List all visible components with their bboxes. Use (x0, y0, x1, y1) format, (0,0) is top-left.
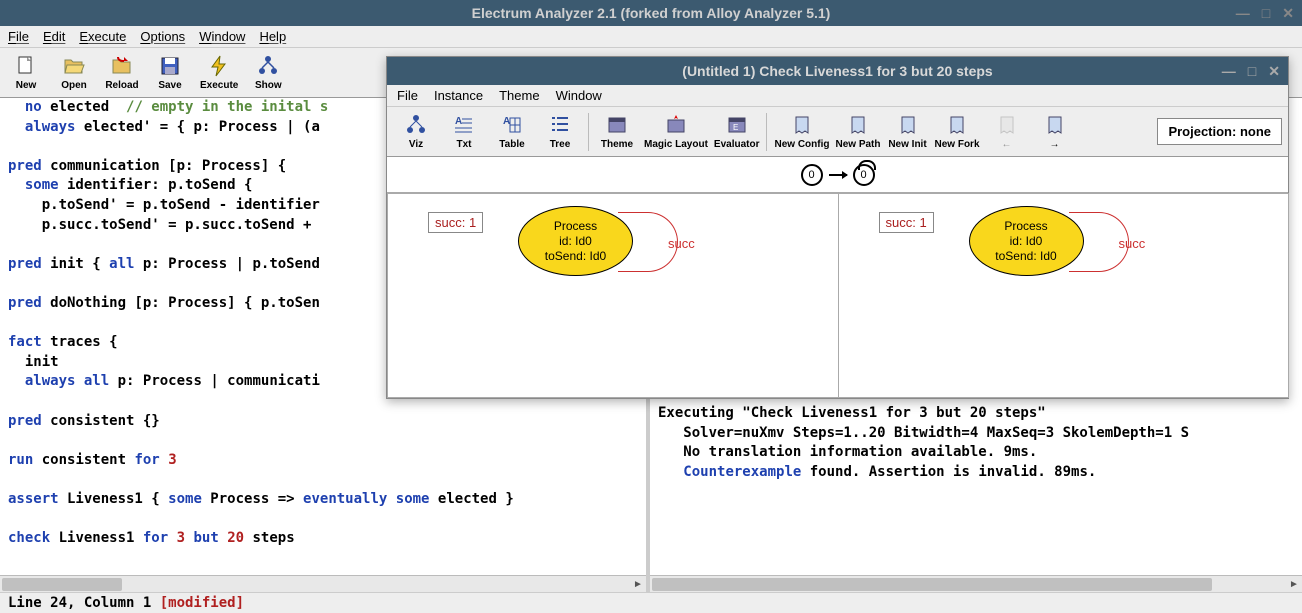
reload-icon (110, 54, 134, 78)
viz-menu-instance[interactable]: Instance (434, 88, 483, 103)
self-loop-label: succ (668, 236, 695, 251)
viz-titlebar: (Untitled 1) Check Liveness1 for 3 but 2… (387, 57, 1288, 85)
theme-icon (605, 113, 629, 137)
magic-layout-button[interactable]: Magic Layout (642, 111, 710, 152)
main-menubar: File Edit Execute Options Window Help (0, 26, 1302, 48)
scroll-thumb[interactable] (652, 578, 1212, 591)
menu-edit[interactable]: Edit (43, 29, 65, 44)
output-hscrollbar[interactable]: ◄ ► (650, 575, 1302, 592)
viz-pane-0[interactable]: succ: 1 Process id: Id0 toSend: Id0 succ (387, 193, 839, 398)
minimize-icon[interactable]: — (1236, 5, 1250, 22)
list-tree-icon (548, 113, 572, 137)
new-config-button[interactable]: New Config (772, 111, 831, 152)
viz-menu-file[interactable]: File (397, 88, 418, 103)
succ-label: succ: 1 (428, 212, 483, 233)
maximize-icon[interactable]: □ (1262, 5, 1270, 22)
folder-open-icon (62, 54, 86, 78)
viz-menubar: File Instance Theme Window (387, 85, 1288, 107)
svg-text:A: A (503, 116, 510, 127)
scroll-right-icon[interactable]: ► (1286, 579, 1302, 590)
menu-file[interactable]: File (8, 29, 29, 44)
theme-button[interactable]: Theme (594, 111, 640, 152)
scroll-icon (790, 113, 814, 137)
counterexample-link[interactable]: Counterexample (683, 464, 801, 480)
text-lines-icon: A (452, 113, 476, 137)
menu-options[interactable]: Options (140, 29, 185, 44)
status-bar: Line 24, Column 1 [modified] (0, 592, 1302, 613)
tree-icon (404, 113, 428, 137)
viz-menu-theme[interactable]: Theme (499, 88, 539, 103)
execute-button[interactable]: Execute (198, 52, 240, 93)
modified-indicator: [modified] (160, 595, 244, 611)
reload-button[interactable]: Reload (102, 52, 142, 93)
scroll-icon (945, 113, 969, 137)
projection-button[interactable]: Projection: none (1157, 118, 1282, 145)
magic-icon (664, 113, 688, 137)
scroll-thumb[interactable] (2, 578, 122, 591)
save-button[interactable]: Save (150, 52, 190, 93)
succ-label: succ: 1 (879, 212, 934, 233)
editor-hscrollbar[interactable]: ◄ ► (0, 575, 646, 592)
trace-arrow (829, 174, 847, 176)
trace-strip: 0 0 (387, 157, 1288, 193)
table-icon: A (500, 113, 524, 137)
open-button[interactable]: Open (54, 52, 94, 93)
scroll-right-icon[interactable]: ► (630, 579, 646, 590)
self-loop-label: succ (1119, 236, 1146, 251)
floppy-icon (158, 54, 182, 78)
svg-text:A: A (455, 116, 462, 127)
state-0[interactable]: 0 (801, 164, 823, 186)
scroll-icon (846, 113, 870, 137)
new-fork-button[interactable]: New Fork (933, 111, 982, 152)
close-icon[interactable]: ✕ (1282, 5, 1294, 22)
viz-pane-1[interactable]: succ: 1 Process id: Id0 toSend: Id0 succ (838, 193, 1290, 398)
new-path-button[interactable]: New Path (833, 111, 882, 152)
evaluator-button[interactable]: EEvaluator (712, 111, 762, 152)
close-icon[interactable]: ✕ (1268, 63, 1280, 80)
cursor-position: Line 24, Column 1 (8, 595, 160, 611)
scroll-icon (896, 113, 920, 137)
process-node[interactable]: Process id: Id0 toSend: Id0 (969, 206, 1084, 276)
app-titlebar: Electrum Analyzer 2.1 (forked from Alloy… (0, 0, 1302, 26)
svg-text:E: E (733, 123, 738, 132)
viz-menu-window[interactable]: Window (556, 88, 602, 103)
menu-execute[interactable]: Execute (79, 29, 126, 44)
tree-view-button[interactable]: Tree (537, 111, 583, 152)
new-button[interactable]: New (6, 52, 46, 93)
txt-view-button[interactable]: ATxt (441, 111, 487, 152)
viz-view-button[interactable]: Viz (393, 111, 439, 152)
minimize-icon[interactable]: — (1222, 63, 1236, 80)
state-1[interactable]: 0 (853, 164, 875, 186)
menu-window[interactable]: Window (199, 29, 245, 44)
scroll-left-icon (995, 113, 1019, 137)
viz-title: (Untitled 1) Check Liveness1 for 3 but 2… (682, 63, 992, 79)
evaluator-icon: E (725, 113, 749, 137)
tree-icon (256, 54, 280, 78)
nav-left-button[interactable]: ← (984, 111, 1030, 152)
app-title: Electrum Analyzer 2.1 (forked from Alloy… (472, 5, 831, 21)
scroll-right-icon (1043, 113, 1067, 137)
new-file-icon (14, 54, 38, 78)
nav-right-button[interactable]: → (1032, 111, 1078, 152)
new-init-button[interactable]: New Init (885, 111, 931, 152)
viz-window: (Untitled 1) Check Liveness1 for 3 but 2… (386, 56, 1289, 399)
viz-toolbar: Viz ATxt ATable Tree Theme Magic Layout … (387, 107, 1288, 157)
show-button[interactable]: Show (248, 52, 288, 93)
process-node[interactable]: Process id: Id0 toSend: Id0 (518, 206, 633, 276)
maximize-icon[interactable]: □ (1248, 63, 1256, 80)
lightning-icon (207, 54, 231, 78)
menu-help[interactable]: Help (259, 29, 286, 44)
table-view-button[interactable]: ATable (489, 111, 535, 152)
